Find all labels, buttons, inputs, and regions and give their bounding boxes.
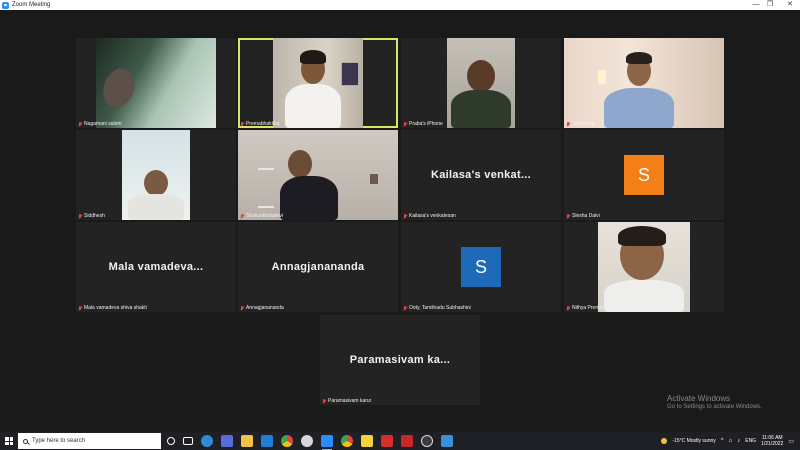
mic-muted-icon: [566, 121, 570, 127]
mail-icon[interactable]: [261, 435, 273, 447]
participant-video: [598, 222, 690, 312]
participant-video: [447, 38, 515, 128]
weather-text[interactable]: -15°C Mostly sunny: [672, 438, 715, 444]
close-button[interactable]: ✕: [780, 0, 800, 10]
mic-muted-icon: [240, 213, 244, 219]
acrobat-alt-icon[interactable]: [401, 435, 413, 447]
participant-name: Annagjanananda: [246, 305, 284, 311]
participant-name: Premabhaktika: [246, 121, 280, 127]
mic-muted-icon: [403, 305, 407, 311]
file-explorer-icon[interactable]: [241, 435, 253, 447]
weather-sun-icon: [661, 438, 668, 444]
system-tray: -15°C Mostly sunny ^ ⌂ ♪ ENG 11:06 AM 1/…: [661, 432, 800, 450]
participant-video: [564, 38, 724, 128]
zoom-logo-icon: [2, 1, 9, 9]
windows-icon: [5, 437, 13, 445]
title-bar: Zoom Meeting — ❐ ✕: [0, 0, 800, 10]
participant-tile[interactable]: Shakunthaladevi: [238, 130, 398, 220]
mic-muted-icon: [78, 305, 82, 311]
start-button[interactable]: [0, 432, 18, 450]
participant-name: Siddhesh: [84, 213, 105, 219]
watermark-title: Activate Windows: [667, 394, 731, 403]
participant-video: [273, 38, 363, 128]
mic-muted-icon: [78, 213, 82, 219]
mic-muted-icon: [566, 305, 570, 311]
obs-icon[interactable]: [421, 435, 433, 447]
gallery-view: Nagamani salem Premabhaktika Praba's iPh…: [0, 10, 800, 432]
maximize-button[interactable]: ❐: [760, 0, 780, 10]
participant-video: [122, 130, 190, 220]
participant-display-name: Annagjanananda: [271, 261, 365, 273]
participant-tile[interactable]: Annagjanananda Annagjanananda: [238, 222, 398, 312]
avatar-initial: S: [461, 247, 501, 287]
taskbar-search[interactable]: Type here to search: [18, 433, 161, 449]
activate-windows-watermark: Activate Windows Go to Settings to activ…: [667, 394, 762, 410]
participant-name: Kailasa's venkatesan: [409, 213, 456, 219]
search-icon: [23, 438, 28, 444]
participant-name: Shakunthaladevi: [246, 213, 283, 219]
participant-display-name: Kailasa's venkat...: [430, 169, 532, 181]
taskbar: Type here to search -15°C Mostly sunny ^…: [0, 432, 800, 450]
participant-name: Praba's iPhone: [409, 121, 443, 127]
participant-tile[interactable]: Kailasa's venkat... Kailasa's venkatesan: [401, 130, 561, 220]
participant-name: Mala vamadeva shiva shakti: [84, 305, 147, 311]
avatar-initial: S: [624, 155, 664, 195]
mic-muted-icon: [240, 305, 244, 311]
mic-muted-icon: [78, 121, 82, 127]
participant-tile[interactable]: S Slesha Dalvi: [564, 130, 724, 220]
search-placeholder: Type here to search: [32, 438, 86, 444]
cloud-icon[interactable]: [301, 435, 313, 447]
wall-frame: [341, 62, 359, 86]
lamp: [598, 70, 606, 84]
taskbar-apps: [167, 435, 453, 450]
mic-muted-icon: [322, 398, 326, 404]
clock[interactable]: 11:06 AM 1/21/2022: [761, 435, 783, 447]
participant-tile[interactable]: Mala vamadeva... Mala vamadeva shiva sha…: [76, 222, 236, 312]
notes-icon[interactable]: [361, 435, 373, 447]
participant-tile[interactable]: Nagamani salem: [76, 38, 236, 128]
participant-name: Slesha Dalvi: [572, 213, 600, 219]
participant-tile[interactable]: Paramasivam ka... Paramasivam karur: [320, 315, 480, 405]
network-icon[interactable]: ⌂: [729, 438, 733, 444]
radiator: [258, 168, 274, 208]
chevron-up-icon[interactable]: ^: [721, 438, 724, 444]
participant-name: Paramasivam karur: [328, 398, 372, 404]
window-title: Zoom Meeting: [12, 2, 51, 8]
mic-muted-icon: [566, 213, 570, 219]
mic-muted-icon: [403, 213, 407, 219]
participant-tile[interactable]: Praba's iPhone: [401, 38, 561, 128]
chrome-icon[interactable]: [281, 435, 293, 447]
participant-tile[interactable]: Nithya Premaroopananda: [564, 222, 724, 312]
participant-video: [96, 38, 216, 128]
participant-tile[interactable]: Shyamala: [564, 38, 724, 128]
zoom-icon[interactable]: [321, 435, 333, 450]
photos-icon[interactable]: [441, 435, 453, 447]
participant-tile-active-speaker[interactable]: Premabhaktika: [238, 38, 398, 128]
task-view-icon[interactable]: [183, 437, 193, 445]
participant-display-name: Paramasivam ka...: [349, 354, 451, 366]
edge-icon[interactable]: [201, 435, 213, 447]
participant-name: Shyamala: [572, 121, 595, 127]
volume-icon[interactable]: ♪: [737, 438, 740, 444]
participant-video: [238, 130, 398, 220]
participant-tile[interactable]: Siddhesh: [76, 130, 236, 220]
cortana-icon[interactable]: [167, 437, 175, 445]
mic-muted-icon: [240, 121, 244, 127]
participant-name: Nagamani salem: [84, 121, 122, 127]
participant-tile[interactable]: S Ooty, Tamilnadu Subhashini: [401, 222, 561, 312]
language-indicator[interactable]: ENG: [745, 438, 756, 444]
clock-date: 1/21/2022: [761, 441, 784, 447]
acrobat-icon[interactable]: [381, 435, 393, 447]
participant-name: Ooty, Tamilnadu Subhashini: [409, 305, 471, 311]
participant-name: Nithya Premaroopananda: [572, 305, 629, 311]
store-icon[interactable]: [221, 435, 233, 447]
participant-display-name: Mala vamadeva...: [108, 261, 204, 273]
mic-muted-icon: [403, 121, 407, 127]
wall-frame: [370, 174, 378, 184]
chrome-alt-icon[interactable]: [341, 435, 353, 447]
watermark-subtitle: Go to Settings to activate Windows.: [667, 404, 762, 410]
notification-icon[interactable]: ▭: [788, 438, 794, 445]
